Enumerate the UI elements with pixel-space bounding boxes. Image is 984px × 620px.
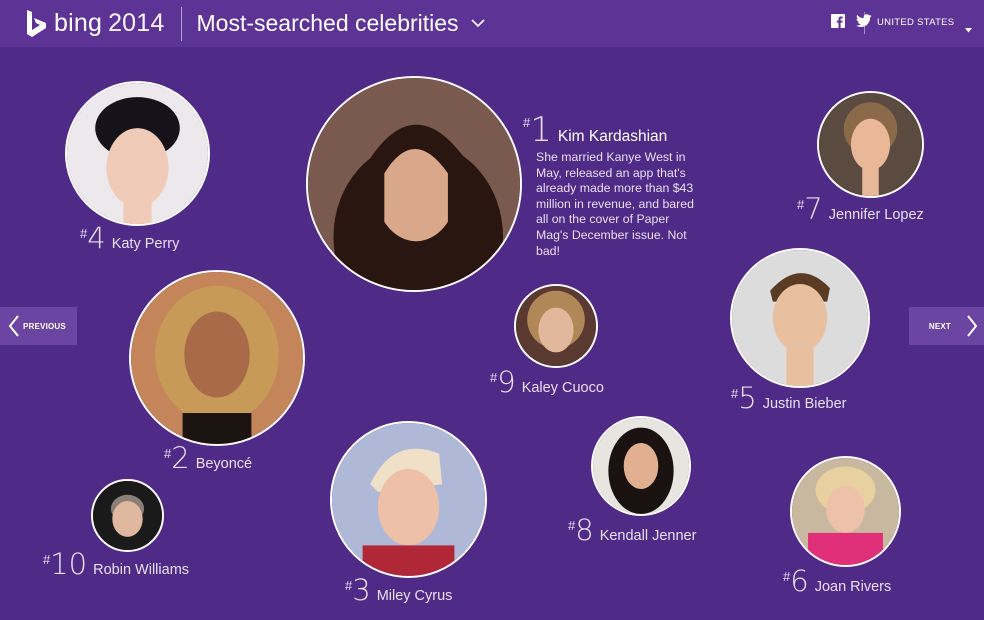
rank-number: 3 [352, 573, 371, 607]
rank-number: 6 [790, 564, 809, 598]
brand-year: 2014 [108, 9, 165, 37]
chevron-down-icon [470, 19, 485, 28]
celebrity-photo-joan-rivers[interactable] [790, 456, 901, 567]
header-bar: bing 2014 Most-searched celebrities UNITE… [0, 0, 984, 47]
facebook-icon[interactable] [831, 14, 845, 33]
celebrity-label-beyonce[interactable]: #2 Beyoncé [164, 444, 252, 473]
previous-button[interactable]: PREVIOUS [0, 307, 77, 345]
celebrity-label-robin-williams[interactable]: #10 Robin Williams [43, 550, 189, 579]
celebrity-photo-justin-bieber[interactable] [730, 248, 870, 388]
rank-number: 5 [738, 381, 757, 415]
celebrity-label-kaley-cuoco[interactable]: #9 Kaley Cuoco [490, 368, 604, 397]
celebrity-photo-robin-williams[interactable] [91, 479, 164, 552]
celebrity-label-miley-cyrus[interactable]: #3 Miley Cyrus [345, 576, 452, 605]
rank-number: 7 [804, 192, 823, 226]
rank-number: 2 [171, 441, 190, 475]
celebrity-photo-jennifer-lopez[interactable] [817, 91, 924, 198]
rank-number: 8 [575, 513, 594, 547]
celebrity-name: Kim Kardashian [557, 128, 668, 145]
celebrity-photo-beyonce[interactable] [129, 270, 305, 446]
previous-label: PREVIOUS [23, 321, 66, 331]
celebrity-name: Robin Williams [93, 562, 190, 578]
social-links [831, 14, 872, 33]
celebrity-label-justin-bieber[interactable]: #5 Justin Bieber [731, 384, 847, 413]
bing-icon [26, 9, 48, 39]
celebrity-name: Miley Cyrus [376, 588, 453, 604]
celebrity-label-jennifer-lopez[interactable]: #7 Jennifer Lopez [797, 195, 924, 224]
celebrity-photo-miley-cyrus[interactable] [330, 421, 487, 578]
rank-number: 4 [87, 221, 106, 255]
rank-number: 1 [530, 110, 552, 150]
celebrity-label-katy-perry[interactable]: #4 Katy Perry [80, 224, 179, 253]
page-title: Most-searched celebrities [196, 10, 459, 36]
chevron-left-icon [8, 315, 19, 337]
celebrity-photo-kim-kardashian[interactable] [306, 76, 522, 292]
caret-down-icon[interactable] [965, 20, 972, 38]
rank-number: 9 [497, 365, 516, 399]
celebrity-name: Katy Perry [111, 236, 180, 252]
celebrity-description: She married Kanye West in May, released … [536, 150, 694, 258]
next-label: NEXT [928, 321, 951, 331]
brand-name: bing [54, 9, 103, 37]
celebrity-name: Joan Rivers [814, 579, 892, 595]
next-button[interactable]: NEXT [909, 307, 984, 345]
celebrity-label-kim-kardashian[interactable]: #1 Kim Kardashian [523, 113, 667, 147]
bing-logo[interactable]: bing 2014 [26, 9, 165, 39]
celebrity-name: Jennifer Lopez [828, 207, 924, 223]
region-selector[interactable]: UNITED STATES [877, 17, 954, 28]
celebrity-label-joan-rivers[interactable]: #6 Joan Rivers [783, 567, 891, 596]
rank-number: 10 [50, 547, 88, 581]
celebrity-label-kendall-jenner[interactable]: #8 Kendall Jenner [568, 516, 696, 545]
celebrity-photo-kaley-cuoco[interactable] [514, 284, 598, 368]
celebrity-name: Justin Bieber [762, 396, 847, 412]
page-title-dropdown[interactable]: Most-searched celebrities [197, 10, 485, 37]
chevron-right-icon [967, 315, 978, 337]
celebrity-photo-katy-perry[interactable] [65, 81, 210, 226]
region-divider [864, 12, 865, 34]
celebrity-name: Beyoncé [195, 456, 253, 472]
celebrity-name: Kaley Cuoco [521, 380, 604, 396]
celebrity-name: Kendall Jenner [599, 528, 697, 544]
celebrity-photo-kendall-jenner[interactable] [591, 416, 691, 516]
header-divider [180, 6, 182, 41]
